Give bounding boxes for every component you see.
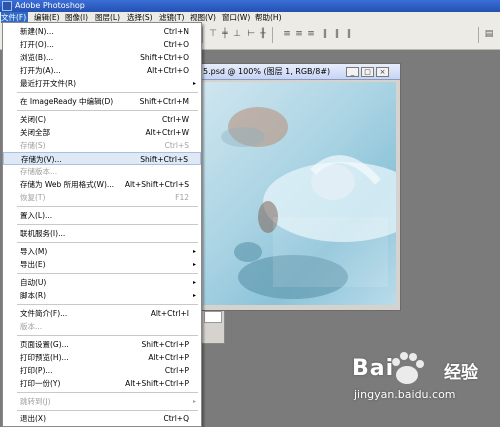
menu-save-as[interactable]: 存储为(V)... Shift+Ctrl+S (3, 152, 201, 165)
menu-scripts[interactable]: 脚本(R) ▸ (3, 289, 201, 302)
menu-separator (17, 242, 198, 243)
rabbit-head-shape (234, 242, 262, 262)
menu-place[interactable]: 置入(L)... (3, 209, 201, 222)
menu-separator (17, 110, 198, 111)
distribute-vcenter-icon[interactable]: ≡ (294, 29, 304, 39)
menu-help[interactable]: 帮助(H) (255, 12, 282, 23)
submenu-arrow-icon: ▸ (192, 279, 196, 286)
distribute-hcenter-icon[interactable]: ‖ (332, 29, 342, 39)
watermark-brand: Bai (352, 356, 395, 381)
document-window: 5.psd @ 100% (图层 1, RGB/8#) _ □ × (198, 63, 401, 311)
baidu-jingyan-watermark: Bai 经验 jingyan.baidu.com (342, 348, 492, 418)
menu-open[interactable]: 打开(O)... Ctrl+O (3, 38, 201, 51)
photoshop-app-icon (2, 1, 12, 11)
menu-exit[interactable]: 退出(X) Ctrl+Q (3, 412, 201, 425)
menu-export[interactable]: 导出(E) ▸ (3, 258, 201, 271)
menu-separator (17, 335, 198, 336)
menu-automate[interactable]: 自动(U) ▸ (3, 276, 201, 289)
submenu-arrow-icon: ▸ (192, 398, 196, 405)
fish-fin-shape (221, 127, 265, 147)
menu-page-setup[interactable]: 页面设置(G)... Shift+Ctrl+P (3, 338, 201, 351)
document-canvas[interactable] (203, 82, 396, 305)
toolbar-divider (202, 27, 203, 43)
palette-field[interactable] (204, 311, 222, 323)
menu-close[interactable]: 关闭(C) Ctrl+W (3, 113, 201, 126)
app-title-bar: Adobe Photoshop (0, 0, 500, 12)
menu-new[interactable]: 新建(N)... Ctrl+N (3, 25, 201, 38)
document-title: 5.psd @ 100% (图层 1, RGB/8#) (203, 67, 331, 76)
artwork-image (221, 107, 396, 299)
align-bottom-icon[interactable]: ⊥ (232, 29, 242, 39)
watermark-site: jingyan.baidu.com (354, 388, 456, 401)
menu-separator (17, 92, 198, 93)
light-shape (273, 217, 388, 287)
menu-save-for-web[interactable]: 存储为 Web 所用格式(W)... Alt+Shift+Ctrl+S (3, 178, 201, 191)
toolbar-divider (272, 27, 273, 43)
menu-print[interactable]: 打印(P)... Ctrl+P (3, 364, 201, 377)
submenu-arrow-icon: ▸ (192, 248, 196, 255)
menu-print-preview[interactable]: 打印预览(H)... Alt+Ctrl+P (3, 351, 201, 364)
menu-separator (17, 206, 198, 207)
watermark-brand-jingyan: 经验 (444, 363, 478, 383)
file-menu: 新建(N)... Ctrl+N 打开(O)... Ctrl+O 浏览(B)... Sh… (2, 22, 202, 427)
palette-well-icon[interactable]: ▤ (484, 29, 494, 39)
menu-save-version[interactable]: 存储版本... (3, 165, 201, 178)
menu-jump-to[interactable]: 跳转到(J) ▸ (3, 395, 201, 408)
menu-import[interactable]: 导入(M) ▸ (3, 245, 201, 258)
menu-recent-files[interactable]: 最近打开文件(R) ▸ (3, 77, 201, 90)
menu-revert[interactable]: 恢复(T) F12 (3, 191, 201, 204)
menu-window[interactable]: 窗口(W) (222, 12, 250, 23)
menu-versions[interactable]: 版本... (3, 320, 201, 333)
distribute-left-icon[interactable]: ‖ (320, 29, 330, 39)
align-top-icon[interactable]: ⊤ (208, 29, 218, 39)
submenu-arrow-icon: ▸ (192, 292, 196, 299)
toolbar-divider (478, 27, 479, 43)
menu-edit-in-imageready[interactable]: 在 ImageReady 中编辑(D) Shift+Ctrl+M (3, 95, 201, 108)
menu-online-services[interactable]: 联机服务(I)... (3, 227, 201, 240)
submenu-arrow-icon: ▸ (192, 80, 196, 87)
align-left-icon[interactable]: ⊢ (246, 29, 256, 39)
menu-separator (17, 410, 198, 411)
menu-separator (17, 273, 198, 274)
menu-save[interactable]: 存储(S) Ctrl+S (3, 139, 201, 152)
distribute-bottom-icon[interactable]: ≡ (306, 29, 316, 39)
distribute-top-icon[interactable]: ≡ (282, 29, 292, 39)
menu-separator (17, 224, 198, 225)
menu-browse[interactable]: 浏览(B)... Shift+Ctrl+O (3, 51, 201, 64)
distribute-right-icon[interactable]: ‖ (344, 29, 354, 39)
maximize-icon[interactable]: □ (361, 67, 374, 77)
close-icon[interactable]: × (376, 67, 389, 77)
align-vcenter-icon[interactable]: ╪ (220, 29, 230, 39)
align-hcenter-icon[interactable]: ╫ (258, 29, 268, 39)
menu-separator (17, 392, 198, 393)
menu-open-as[interactable]: 打开为(A)... Alt+Ctrl+O (3, 64, 201, 77)
menu-separator (17, 304, 198, 305)
submenu-arrow-icon: ▸ (192, 261, 196, 268)
menu-close-all[interactable]: 关闭全部 Alt+Ctrl+W (3, 126, 201, 139)
app-title: Adobe Photoshop (15, 1, 85, 10)
minimize-icon[interactable]: _ (346, 67, 359, 77)
document-title-bar[interactable]: 5.psd @ 100% (图层 1, RGB/8#) _ □ × (199, 64, 400, 80)
menu-file-info[interactable]: 文件简介(F)... Alt+Ctrl+I (3, 307, 201, 320)
menu-print-one-copy[interactable]: 打印一份(Y) Alt+Shift+Ctrl+P (3, 377, 201, 390)
